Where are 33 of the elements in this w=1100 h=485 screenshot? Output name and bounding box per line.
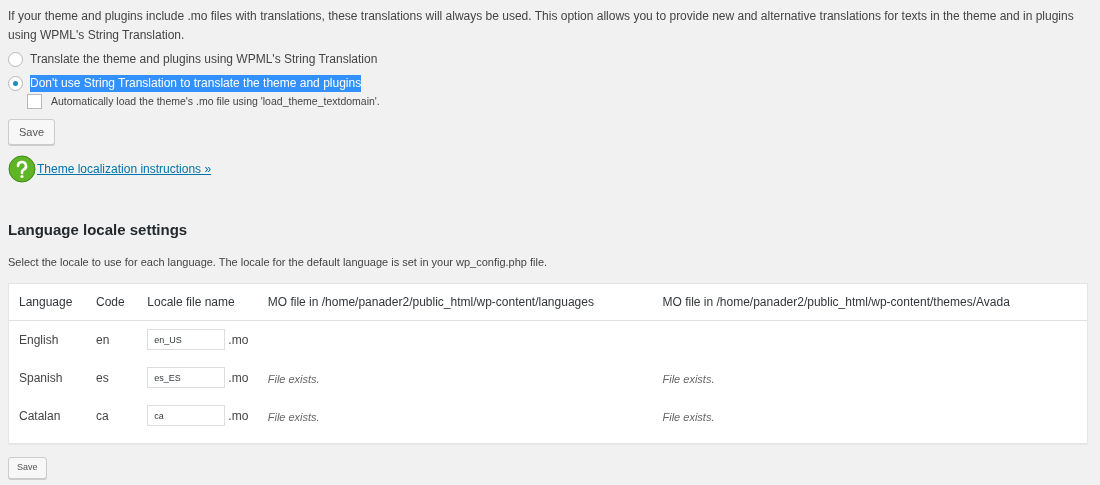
file-status: File exists. (267, 372, 320, 385)
column-header: Code (96, 293, 126, 311)
option-label[interactable]: Translate the theme and plugins using WPML's String Translation (30, 51, 378, 68)
locale-input[interactable]: ca (147, 405, 226, 427)
section-heading: Language locale settings (8, 219, 189, 240)
help-link[interactable]: Theme localization instructions » (37, 159, 212, 178)
file-suffix: .mo (228, 369, 249, 387)
checkbox-label: Automatically load the theme's .mo file using 'load_theme_textdomain'. (51, 94, 380, 109)
radio-button[interactable] (8, 52, 23, 67)
file-status: File exists. (662, 372, 715, 385)
table-cell-text: es (96, 369, 110, 387)
column-header: Locale file name (147, 293, 236, 311)
table-cell-text: Catalan (19, 407, 62, 425)
table-cell-text: ca (96, 407, 110, 425)
radio-button[interactable] (8, 76, 23, 91)
locale-input[interactable]: en_US (147, 329, 226, 351)
file-status: File exists. (267, 410, 320, 423)
column-header: MO file in /home/panader2/public_html/wp-content/themes/Avada (662, 293, 1011, 311)
locale-input[interactable]: es_ES (147, 367, 226, 389)
table-cell-text: Spanish (19, 369, 64, 387)
table-cell-text: en (96, 331, 111, 349)
table-cell-text: English (19, 331, 60, 349)
file-status: File exists. (662, 410, 715, 423)
checkbox[interactable] (27, 94, 42, 110)
column-header: Language (19, 293, 74, 311)
save-button[interactable]: Save (8, 456, 47, 479)
file-suffix: .mo (228, 407, 249, 425)
column-header: MO file in /home/panader2/public_html/wp-content/languages (267, 293, 595, 311)
save-button[interactable]: Save (8, 118, 56, 145)
section-description: Select the locale to use for each language. The locale for the default language is set in your wp_config.php file. (8, 255, 549, 271)
file-suffix: .mo (228, 331, 249, 349)
intro-text: If your theme and plugins include .mo files with translations, these translations will always be used. This option allows you to provide new and alternative translations for texts in the theme and in plugins using WPML's String Translation. (8, 8, 1075, 44)
help-icon (8, 154, 36, 183)
